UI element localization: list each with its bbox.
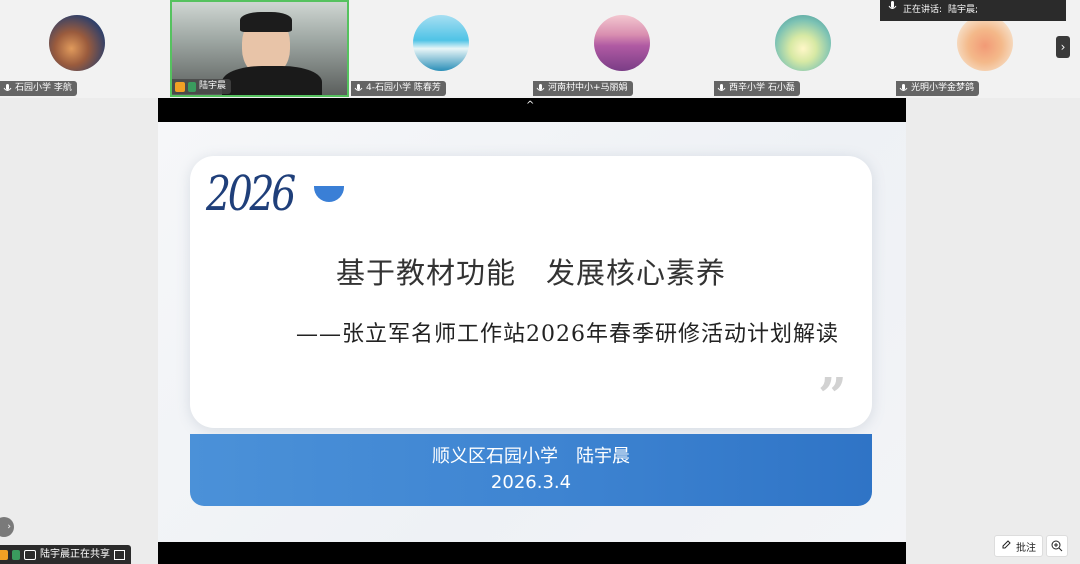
zoom-in-icon <box>1051 537 1063 556</box>
speaking-name: 陆宇晨; <box>948 5 979 15</box>
presentation-date: 2026.3.4 <box>490 472 572 493</box>
participant-name: 石园小学 李航 <box>15 83 72 93</box>
mic-icon <box>3 83 12 94</box>
participant-tile[interactable]: 河南村中小+马丽娟 <box>533 0 712 97</box>
share-status-text: 陆宇晨正在共享 <box>40 549 110 560</box>
mic-icon <box>354 83 363 94</box>
shield-icon <box>12 549 20 560</box>
mic-icon <box>888 0 897 21</box>
participant-avatar <box>49 15 105 71</box>
participant-name-tag: 光明小学金梦鸽 <box>896 81 980 96</box>
decorative-dot <box>314 186 344 202</box>
participant-tile[interactable]: 石园小学 李航 <box>0 0 168 97</box>
zoom-button[interactable] <box>1046 535 1068 557</box>
participant-name: 光明小学金梦鸽 <box>911 83 975 93</box>
participant-avatar <box>594 15 650 71</box>
participant-name: 河南村中小+马丽娟 <box>548 83 628 93</box>
strip-next-button[interactable]: › <box>1056 36 1070 58</box>
presenter-name: 顺义区石园小学 陆宇晨 <box>432 446 630 467</box>
participant-name-tag: 西辛小学 石小磊 <box>714 81 800 96</box>
participant-tile[interactable]: 4-石园小学 陈春芳 <box>351 0 531 97</box>
pencil-icon <box>1001 539 1012 553</box>
chat-icon <box>24 549 36 560</box>
host-icon <box>175 81 185 92</box>
collapse-up-icon[interactable]: ^ <box>526 100 534 111</box>
year-logo: 2026 <box>206 166 296 222</box>
slide-title: 基于教材功能 发展核心素养 <box>335 256 726 290</box>
participant-name-tag: 陆宇晨 <box>172 79 232 94</box>
shield-icon <box>188 81 196 92</box>
participant-name: 陆宇晨 <box>199 81 227 91</box>
quote-mark-icon: ” <box>818 366 847 425</box>
participant-avatar <box>413 15 469 71</box>
stage-bottom-bar <box>158 542 906 564</box>
speaking-indicator: 正在讲话: 陆宇晨; <box>880 0 1066 21</box>
mic-icon <box>899 83 908 94</box>
slide-title-card: 2026 基于教材功能 发展核心素养 ——张立军名师工作站2026年春季研修活动… <box>190 156 872 428</box>
speaking-label: 正在讲话: <box>903 5 943 15</box>
annotate-button[interactable]: 批注 <box>994 535 1043 557</box>
collapse-panel-button[interactable]: › <box>0 517 14 537</box>
participant-avatar <box>775 15 831 71</box>
screen-share-icon[interactable] <box>114 549 125 560</box>
participant-name-tag: 4-石园小学 陈春芳 <box>351 81 446 96</box>
participant-avatar <box>957 15 1013 71</box>
presenter-banner: 顺义区石园小学 陆宇晨 2026.3.4 <box>190 434 872 506</box>
participant-name: 西辛小学 石小磊 <box>729 83 795 93</box>
host-icon <box>0 549 8 560</box>
mic-icon <box>536 83 545 94</box>
participant-tile-active[interactable]: 陆宇晨 <box>170 0 349 97</box>
participant-name: 4-石园小学 陈春芳 <box>366 83 441 93</box>
share-status-bar: 陆宇晨正在共享 <box>0 545 131 564</box>
annotate-label: 批注 <box>1016 542 1036 554</box>
mic-icon <box>717 83 726 94</box>
participant-name-tag: 石园小学 李航 <box>0 81 77 96</box>
participant-name-tag: 河南村中小+马丽娟 <box>533 81 633 96</box>
slide-subtitle: ——张立军名师工作站2026年春季研修活动计划解读 <box>296 322 839 347</box>
participant-tile[interactable]: 西辛小学 石小磊 <box>714 0 894 97</box>
shared-slide: 2026 基于教材功能 发展核心素养 ——张立军名师工作站2026年春季研修活动… <box>158 122 906 542</box>
